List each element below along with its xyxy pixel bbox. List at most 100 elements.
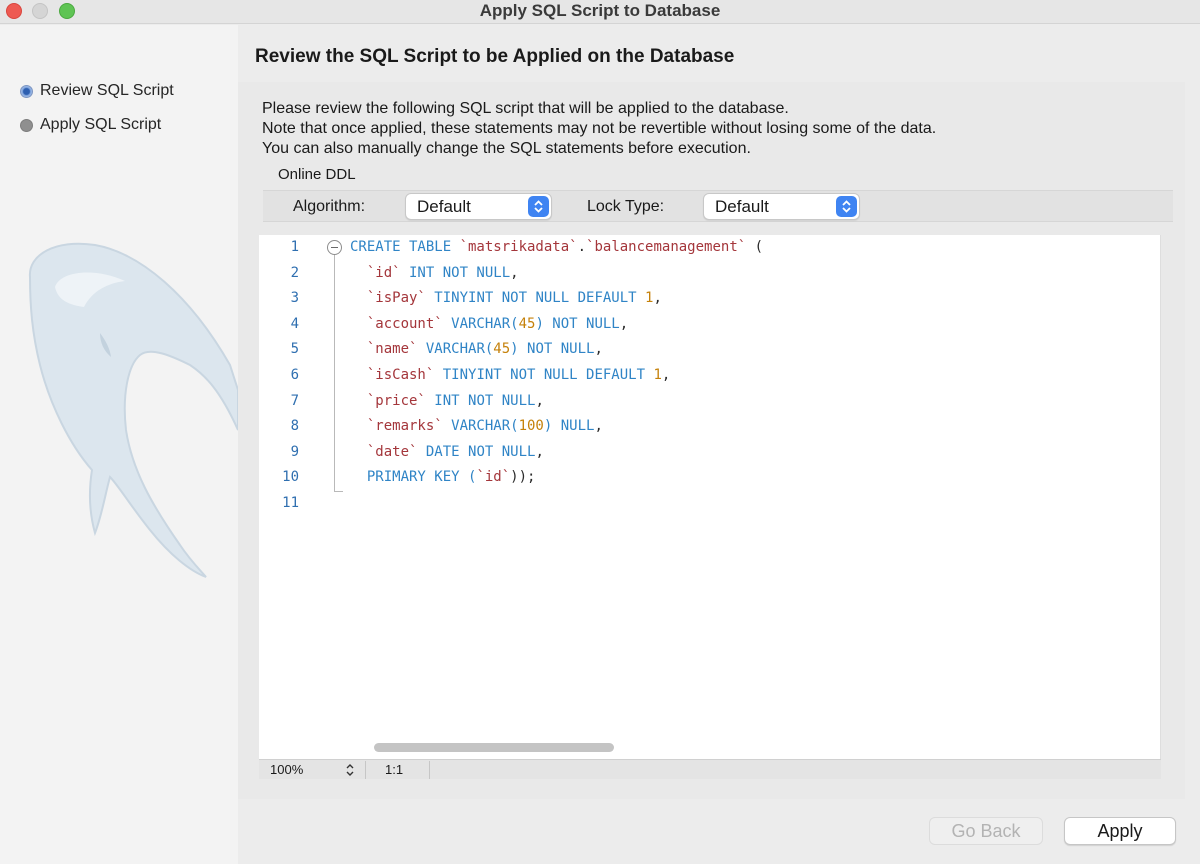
code-token: `name` bbox=[366, 341, 418, 358]
code-token: `id` bbox=[476, 469, 511, 486]
code-text: `price` INT NOT NULL, bbox=[350, 389, 544, 413]
go-back-button[interactable]: Go Back bbox=[929, 817, 1043, 845]
code-line: 5 `name` VARCHAR(45) NOT NULL, bbox=[259, 337, 1159, 361]
code-text: CREATE TABLE `matsrikadata`.`balancemana… bbox=[350, 235, 763, 259]
code-line: 2 `id` INT NOT NULL, bbox=[259, 261, 1159, 285]
status-divider bbox=[365, 761, 366, 779]
page-title: Review the SQL Script to be Applied on t… bbox=[255, 46, 735, 67]
code-token: `id` bbox=[366, 264, 401, 281]
line-number: 5 bbox=[290, 341, 299, 358]
code-token: )); bbox=[510, 469, 536, 486]
algorithm-value: Default bbox=[417, 197, 471, 216]
code-line: 4 `account` VARCHAR(45) NOT NULL, bbox=[259, 312, 1159, 336]
line-number: 8 bbox=[290, 418, 299, 435]
code-token: TINYINT NOT NULL DEFAULT bbox=[425, 290, 646, 307]
horizontal-scrollbar[interactable] bbox=[374, 743, 614, 752]
line-number: 9 bbox=[290, 443, 299, 460]
code-token: `remarks` bbox=[366, 418, 443, 435]
code-token: `isPay` bbox=[366, 290, 426, 307]
code-token: . bbox=[577, 239, 587, 255]
code-token: VARCHAR( bbox=[442, 418, 519, 435]
code-text: `name` VARCHAR(45) NOT NULL, bbox=[350, 337, 603, 361]
code-token: 45 bbox=[518, 315, 536, 332]
code-text: `date` DATE NOT NULL, bbox=[350, 440, 544, 464]
description-line: You can also manually change the SQL sta… bbox=[262, 140, 751, 157]
lock-type-select[interactable]: Default bbox=[703, 193, 860, 220]
code-token: 1 bbox=[653, 367, 662, 383]
step-label: Review SQL Script bbox=[40, 82, 174, 99]
cursor-position: 1:1 bbox=[385, 762, 404, 777]
status-divider bbox=[429, 761, 430, 779]
algorithm-label: Algorithm: bbox=[293, 198, 366, 215]
code-line: 7 `price` INT NOT NULL, bbox=[259, 389, 1159, 413]
lock-type-label: Lock Type: bbox=[587, 198, 665, 215]
algorithm-select[interactable]: Default bbox=[405, 193, 552, 220]
code-token: 100 bbox=[518, 418, 544, 435]
code-token: CREATE TABLE bbox=[350, 239, 460, 255]
code-text: `account` VARCHAR(45) NOT NULL, bbox=[350, 312, 628, 336]
code-token: ) NOT NULL bbox=[510, 341, 595, 358]
up-down-chevron-icon bbox=[528, 196, 549, 217]
window-title: Apply SQL Script to Database bbox=[479, 1, 721, 20]
code-token: TINYINT NOT NULL DEFAULT bbox=[434, 367, 654, 383]
code-text: `remarks` VARCHAR(100) NULL, bbox=[350, 414, 603, 438]
code-token: , bbox=[594, 341, 603, 358]
code-token: , bbox=[619, 315, 629, 332]
content-panel: Please review the following SQL script t… bbox=[238, 82, 1185, 799]
active-step-indicator-icon bbox=[20, 84, 33, 98]
apply-button[interactable]: Apply bbox=[1064, 817, 1176, 845]
code-token: INT NOT NULL bbox=[400, 264, 511, 281]
wizard-steps-sidebar: Review SQL Script Apply SQL Script bbox=[0, 25, 238, 864]
code-token: DATE NOT NULL bbox=[417, 443, 536, 460]
sql-editor[interactable]: 1 CREATE TABLE `matsrikadata`.`balanceman… bbox=[259, 235, 1161, 759]
line-number: 2 bbox=[290, 264, 299, 281]
zoom-level[interactable]: 100% bbox=[270, 762, 303, 777]
code-token: INT NOT NULL bbox=[425, 392, 536, 409]
code-token: ) NOT NULL bbox=[535, 315, 620, 332]
description-line: Please review the following SQL script t… bbox=[262, 100, 789, 117]
code-line: 3 `isPay` TINYINT NOT NULL DEFAULT 1, bbox=[259, 286, 1159, 310]
code-line: 1 CREATE TABLE `matsrikadata`.`balanceman… bbox=[259, 235, 1159, 259]
line-number: 7 bbox=[290, 392, 299, 409]
code-token: , bbox=[661, 367, 671, 383]
line-number: 4 bbox=[290, 315, 299, 332]
code-token: , bbox=[594, 418, 603, 435]
zoom-stepper-icon[interactable] bbox=[345, 763, 355, 782]
step-label: Apply SQL Script bbox=[40, 116, 162, 133]
line-number: 11 bbox=[282, 495, 299, 511]
code-text: PRIMARY KEY (`id`)); bbox=[350, 465, 536, 489]
code-token: , bbox=[653, 290, 662, 307]
code-token: `date` bbox=[366, 443, 418, 460]
line-number: 3 bbox=[290, 290, 299, 307]
code-line: 9 `date` DATE NOT NULL, bbox=[259, 440, 1159, 464]
code-token: , bbox=[535, 392, 544, 409]
code-token: `matsrikadata` bbox=[459, 239, 578, 255]
inactive-step-indicator-icon bbox=[20, 118, 33, 132]
editor-status-bar: 100% 1:1 bbox=[259, 759, 1161, 779]
code-token: VARCHAR( bbox=[417, 341, 494, 358]
line-number: 1 bbox=[290, 239, 299, 255]
online-ddl-title: Online DDL bbox=[278, 166, 356, 183]
code-token: ) NULL bbox=[543, 418, 595, 435]
line-number: 6 bbox=[290, 367, 299, 383]
code-token: PRIMARY KEY ( bbox=[350, 469, 477, 486]
code-token: 45 bbox=[493, 341, 511, 358]
code-token: `balancemanagement` bbox=[586, 239, 747, 255]
code-token: VARCHAR( bbox=[442, 315, 519, 332]
code-line: 10 PRIMARY KEY (`id`)); bbox=[259, 465, 1159, 489]
code-token: `account` bbox=[366, 315, 443, 332]
code-token: `price` bbox=[366, 392, 426, 409]
code-text: `id` INT NOT NULL, bbox=[350, 261, 519, 285]
code-token: , bbox=[510, 264, 519, 281]
up-down-chevron-icon bbox=[836, 196, 857, 217]
code-token: ( bbox=[746, 239, 764, 255]
title-bar: Apply SQL Script to Database bbox=[0, 0, 1200, 24]
code-line: 8 `remarks` VARCHAR(100) NULL, bbox=[259, 414, 1159, 438]
